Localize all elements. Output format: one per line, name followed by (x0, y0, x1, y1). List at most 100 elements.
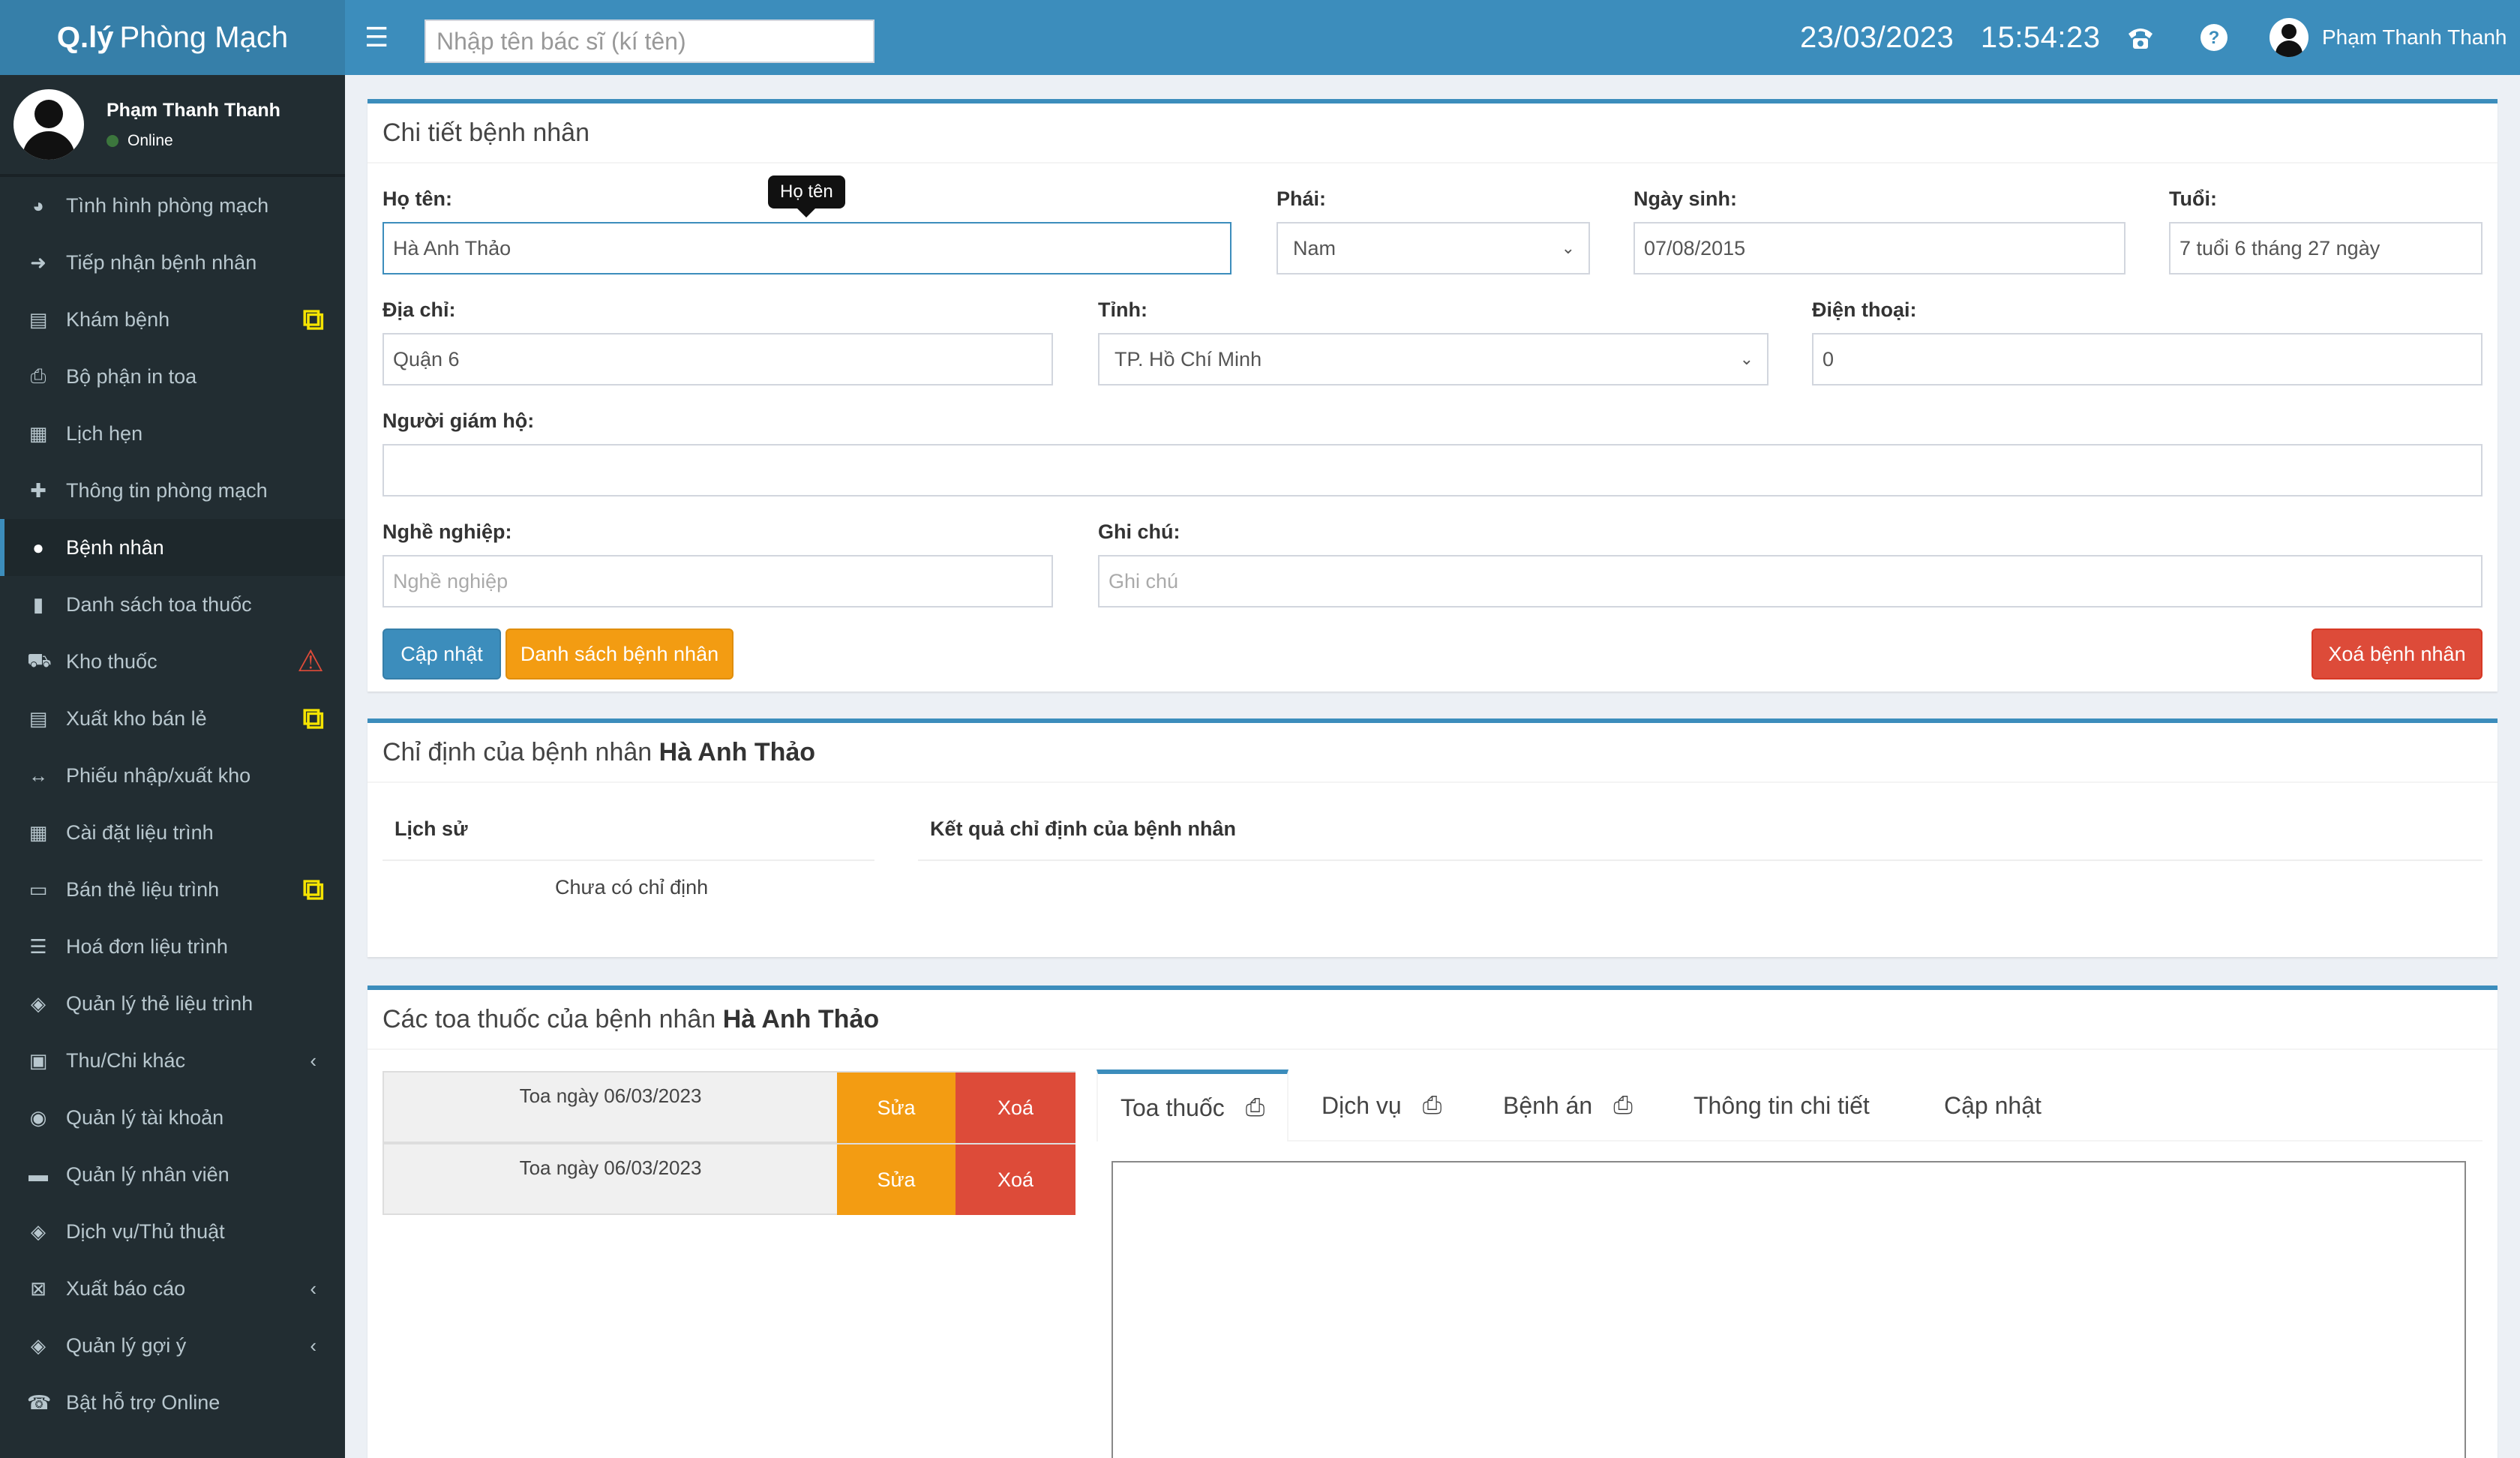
edit-prescription-button[interactable]: Sửa (837, 1144, 956, 1215)
tab-label: Thông tin chi tiết (1694, 1091, 1870, 1119)
indications-box: Chỉ định của bệnh nhân Hà Anh Thảo Lịch … (368, 718, 2498, 957)
tab-toa-thuoc[interactable]: Toa thuốc ⎙ (1096, 1070, 1289, 1142)
sidebar-item-tiep-nhan[interactable]: ➜ Tiếp nhận bệnh nhân (0, 234, 345, 291)
note-input[interactable]: Ghi chú (1098, 555, 2482, 608)
external-link-icon[interactable]: ⧉ (302, 873, 324, 907)
sidebar-item-label: Tiếp nhận bệnh nhân (66, 250, 257, 274)
menu-icon[interactable]: ☰ (364, 22, 390, 52)
tags-icon: ◈ (31, 1334, 46, 1357)
prescriptions-title: Các toa thuốc của bệnh nhân Hà Anh Thảo (368, 990, 2498, 1050)
briefcase-icon: ▬ (28, 1162, 48, 1186)
edit-prescription-button[interactable]: Sửa (837, 1072, 956, 1143)
address-label: Địa chỉ: (382, 298, 456, 321)
phone-icon[interactable] (2122, 20, 2158, 56)
sidebar-item-kham-benh[interactable]: ▤ Khám bệnh ⧉ (0, 291, 345, 348)
sign-in-icon: ➜ (30, 250, 46, 274)
sidebar-item-label: Kho thuốc (66, 650, 158, 673)
external-link-icon[interactable]: ⧉ (302, 303, 324, 337)
dob-input[interactable]: 07/08/2015 (1634, 222, 2126, 274)
help-icon[interactable]: ? (2196, 20, 2232, 56)
doctor-search-input[interactable] (424, 20, 874, 63)
age-label: Tuổi: (2169, 188, 2217, 210)
indications-title-prefix: Chỉ định của bệnh nhân (382, 738, 652, 766)
sidebar-user-panel: Phạm Thanh Thanh Online (0, 75, 345, 177)
sidebar-user-name: Phạm Thanh Thanh (106, 99, 280, 121)
chevron-left-icon: ‹ (310, 1276, 316, 1300)
guardian-input[interactable] (382, 444, 2482, 496)
warning-icon[interactable]: ⚠ (297, 644, 324, 679)
gender-value: Nam (1293, 236, 1336, 260)
delete-prescription-button[interactable]: Xoá (956, 1072, 1076, 1143)
prescription-preview-pane[interactable] (1112, 1161, 2466, 1458)
phone-input[interactable]: 0 (1812, 333, 2482, 386)
sidebar-item-ho-tro[interactable]: ☎ Bật hỗ trợ Online (0, 1374, 345, 1431)
print-icon: ⎙ (30, 364, 46, 387)
print-icon[interactable]: ⎙ (1246, 1094, 1265, 1122)
sidebar-item-cai-dat-lieu-trinh[interactable]: ▦ Cài đặt liệu trình (0, 804, 345, 861)
sidebar-item-phieu-nhap-xuat[interactable]: ↔ Phiếu nhập/xuất kho (0, 747, 345, 804)
chevron-left-icon: ‹ (310, 1334, 316, 1357)
update-button[interactable]: Cập nhật (382, 628, 501, 680)
print-icon[interactable]: ⎙ (1423, 1091, 1442, 1120)
sidebar-item-tai-khoan[interactable]: ◉ Quản lý tài khoản (0, 1089, 345, 1146)
sidebar-item-label: Phiếu nhập/xuất kho (66, 764, 251, 787)
tab-dich-vu[interactable]: Dịch vụ ⎙ (1322, 1070, 1442, 1142)
prescription-row[interactable]: Toa ngày 06/03/2023 Sửa Xoá (382, 1143, 1076, 1215)
user-avatar (2270, 18, 2308, 57)
sidebar-item-goi-y[interactable]: ◈ Quản lý gợi ý ‹ (0, 1317, 345, 1374)
list-icon: ☰ (29, 934, 47, 958)
sidebar-item-kho-thuoc[interactable]: ⛟ Kho thuốc ⚠ (0, 633, 345, 690)
sidebar-item-quan-ly-the[interactable]: ◈ Quản lý thẻ liệu trình (0, 975, 345, 1032)
tab-thong-tin-chi-tiet[interactable]: Thông tin chi tiết (1694, 1070, 1870, 1142)
sidebar-item-thong-tin[interactable]: ✚ Thông tin phòng mạch (0, 462, 345, 519)
age-input[interactable]: 7 tuổi 6 tháng 27 ngày (2169, 222, 2482, 274)
external-link-icon[interactable]: ⧉ (302, 702, 324, 736)
gender-select[interactable]: Nam ⌄ (1276, 222, 1590, 274)
pie-chart-icon: ◕ (32, 194, 44, 217)
patient-name-input[interactable]: Hà Anh Thảo (382, 222, 1232, 274)
sidebar-item-benh-nhan[interactable]: ● Bệnh nhân (0, 519, 345, 576)
sidebar-item-lich-hen[interactable]: ▦ Lịch hẹn (0, 405, 345, 462)
status-dot-icon (106, 134, 118, 147)
sidebar-item-bao-cao[interactable]: ⊠ Xuất báo cáo ‹ (0, 1260, 345, 1317)
name-tooltip: Họ tên (768, 176, 845, 218)
sidebar-item-label: Quản lý gợi ý (66, 1334, 187, 1357)
prescriptions-patient-name: Hà Anh Thảo (722, 1005, 880, 1034)
sidebar-item-label: Dịch vụ/Thủ thuật (66, 1220, 225, 1243)
province-select[interactable]: TP. Hồ Chí Minh ⌄ (1098, 333, 1768, 386)
address-input[interactable]: Quận 6 (382, 333, 1053, 386)
svg-text:?: ? (2209, 28, 2220, 48)
sidebar-menu: ◕ Tình hình phòng mạch ➜ Tiếp nhận bệnh nh… (0, 177, 345, 1431)
tab-cap-nhat[interactable]: Cập nhật (1944, 1070, 2042, 1142)
sidebar-item-in-toa[interactable]: ⎙ Bộ phận in toa (0, 348, 345, 405)
tab-benh-an[interactable]: Bệnh án ⎙ (1503, 1070, 1633, 1142)
user-menu[interactable]: Phạm Thanh Thanh (2270, 16, 2506, 58)
print-icon[interactable]: ⎙ (1613, 1091, 1633, 1120)
prescription-row[interactable]: Toa ngày 06/03/2023 Sửa Xoá (382, 1071, 1076, 1143)
delete-patient-button[interactable]: Xoá bệnh nhân (2312, 628, 2482, 680)
chevron-left-icon: ‹ (310, 1048, 316, 1072)
sidebar-item-tinh-hinh[interactable]: ◕ Tình hình phòng mạch (0, 177, 345, 234)
sidebar-item-xuat-kho[interactable]: ▤ Xuất kho bán lẻ ⧉ (0, 690, 345, 747)
job-input[interactable]: Nghề nghiệp (382, 555, 1053, 608)
delete-prescription-button[interactable]: Xoá (956, 1144, 1076, 1215)
sidebar-item-thu-chi[interactable]: ▣ Thu/Chi khác ‹ (0, 1032, 345, 1089)
status-text: Online (128, 131, 173, 149)
sidebar-item-label: Bán thẻ liệu trình (66, 878, 220, 901)
sidebar-item-dich-vu[interactable]: ◈ Dịch vụ/Thủ thuật (0, 1203, 345, 1260)
sidebar-item-hoa-don[interactable]: ☰ Hoá đơn liệu trình (0, 918, 345, 975)
indications-patient-name: Hà Anh Thảo (658, 738, 816, 766)
sidebar-item-label: Xuất kho bán lẻ (66, 706, 207, 730)
credit-card-icon: ▭ (28, 878, 48, 901)
patient-list-button[interactable]: Danh sách bệnh nhân (506, 628, 734, 680)
sidebar-item-danh-sach-toa[interactable]: ▮ Danh sách toa thuốc (0, 576, 345, 633)
sidebar-item-ban-the[interactable]: ▭ Bán thẻ liệu trình ⧉ (0, 861, 345, 918)
sidebar-item-label: Khám bệnh (66, 308, 170, 331)
sidebar-item-nhan-vien[interactable]: ▬ Quản lý nhân viên (0, 1146, 345, 1203)
tab-label: Toa thuốc (1120, 1094, 1225, 1121)
guardian-label: Người giám hộ: (382, 410, 535, 432)
app-logo[interactable]: Q.lý Phòng Mạch (0, 0, 345, 75)
logo-bold-text: Q.lý (56, 20, 114, 54)
users-icon: ◉ (29, 1106, 47, 1129)
tab-label: Dịch vụ (1322, 1091, 1402, 1119)
